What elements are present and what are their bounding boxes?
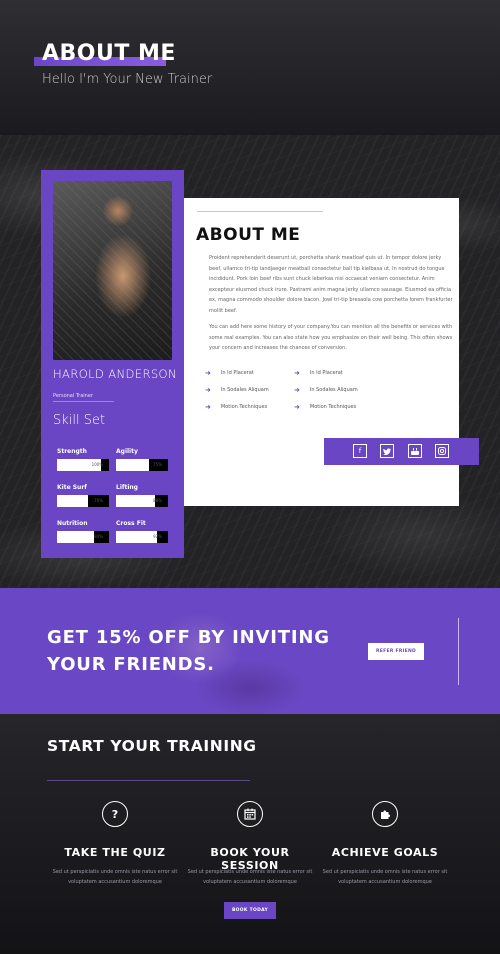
skills-title: Skill Set <box>53 413 106 428</box>
skill-label: Lifting <box>116 484 138 491</box>
skill-cross-fit: Cross Fit 92% <box>116 520 172 543</box>
skill-percent: 70% <box>94 498 103 503</box>
column-text: Sed ut perspiciatis unde omnis iste natu… <box>52 869 178 885</box>
skill-label: Strength <box>57 448 87 455</box>
trainer-name: HAROLD ANDERSON <box>53 367 178 381</box>
column-heading: TAKE THE QUIZ <box>64 846 166 859</box>
feature-item: ➜ In Sodales Aliquam <box>294 386 358 394</box>
divider <box>458 618 459 685</box>
trainer-role: Personal Trainer <box>53 393 93 399</box>
training-divider <box>47 780 250 781</box>
skill-bar: 84% <box>57 531 109 543</box>
skill-label: Kite Surf <box>57 484 87 491</box>
refer-friend-button[interactable]: REFER FRIEND <box>368 643 424 660</box>
skill-bar: 92% <box>116 531 168 543</box>
skill-bar: 70% <box>57 495 109 507</box>
skill-bar: 100% <box>57 459 109 471</box>
about-divider <box>197 211 323 212</box>
skill-fill <box>57 531 95 543</box>
skill-nutrition: Nutrition 84% <box>57 520 113 543</box>
skill-percent: 100% <box>91 462 103 467</box>
column-text: Sed ut perspiciatis unde omnis iste natu… <box>322 869 448 885</box>
social-bar <box>324 438 479 465</box>
hero-subtitle: Hello I'm Your New Trainer <box>42 72 213 87</box>
about-title: ABOUT ME <box>196 225 301 245</box>
facebook-icon[interactable]: f <box>353 444 367 458</box>
arrow-right-icon: ➜ <box>294 369 300 377</box>
skill-percent: 75% <box>153 462 162 467</box>
youtube-icon[interactable] <box>408 444 422 458</box>
skill-agility: Agility 75% <box>116 448 172 471</box>
column-heading: ACHIEVE GOALS <box>331 846 439 859</box>
feature-item: ➜ In Sodales Aliquam <box>205 386 269 394</box>
skill-percent: 92% <box>153 534 162 539</box>
trainer-photo <box>53 181 172 360</box>
skill-fill <box>116 531 157 543</box>
about-paragraph: Proident reprehenderit deserunt ut, porc… <box>209 255 453 314</box>
instagram-icon[interactable] <box>435 444 449 458</box>
skill-fill <box>116 495 155 507</box>
arrow-right-icon: ➜ <box>205 403 211 411</box>
about-paragraph: You can add here some history of your co… <box>209 324 453 352</box>
arrow-right-icon: ➜ <box>205 369 211 377</box>
skill-percent: 88% <box>153 498 162 503</box>
skill-label: Agility <box>116 448 138 455</box>
skill-strength: Strength 100% <box>57 448 113 471</box>
feature-item: ➜ Motion Techniques <box>205 403 268 411</box>
question-icon: ? <box>102 801 128 827</box>
hero-section <box>0 0 500 135</box>
feature-item: ➜ In Id Placerat <box>294 369 343 377</box>
skill-fill <box>116 459 150 471</box>
skill-kite-surf: Kite Surf 70% <box>57 484 113 507</box>
promo-banner <box>0 588 500 714</box>
skill-bar: 88% <box>116 495 168 507</box>
feature-item: ➜ Motion Techniques <box>294 403 357 411</box>
divider <box>53 401 114 402</box>
puzzle-icon <box>372 801 398 827</box>
book-today-button[interactable]: BOOK TODAY <box>224 902 276 919</box>
hero-title: ABOUT ME <box>42 41 176 66</box>
training-title: START YOUR TRAINING <box>47 737 257 755</box>
skill-label: Cross Fit <box>116 520 146 527</box>
promo-heading: YOUR FRIENDS. <box>47 654 215 675</box>
skill-fill <box>57 495 88 507</box>
skill-bar: 75% <box>116 459 168 471</box>
skill-lifting: Lifting 88% <box>116 484 172 507</box>
skill-label: Nutrition <box>57 520 88 527</box>
promo-heading: GET 15% OFF BY INVITING <box>47 627 330 648</box>
arrow-right-icon: ➜ <box>294 403 300 411</box>
calendar-icon <box>237 801 263 827</box>
arrow-right-icon: ➜ <box>294 386 300 394</box>
arrow-right-icon: ➜ <box>205 386 211 394</box>
feature-item: ➜ In Id Placerat <box>205 369 254 377</box>
skill-percent: 84% <box>94 534 103 539</box>
column-text: Sed ut perspiciatis unde omnis iste natu… <box>187 869 313 885</box>
twitter-icon[interactable] <box>380 444 394 458</box>
